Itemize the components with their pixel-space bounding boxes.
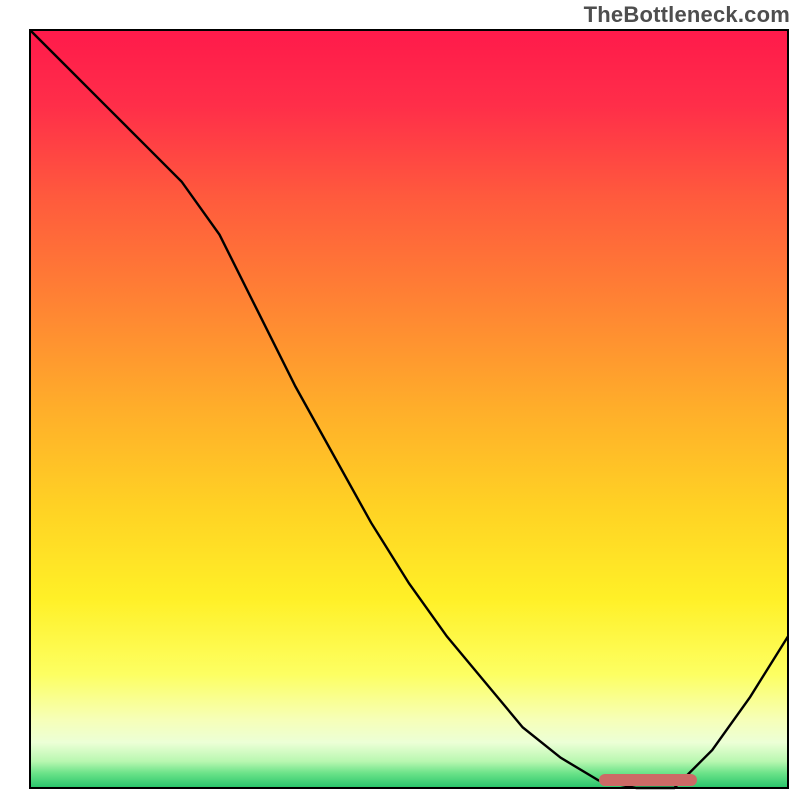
optimum-marker xyxy=(599,774,698,786)
bottleneck-chart xyxy=(0,0,800,800)
chart-container: TheBottleneck.com xyxy=(0,0,800,800)
